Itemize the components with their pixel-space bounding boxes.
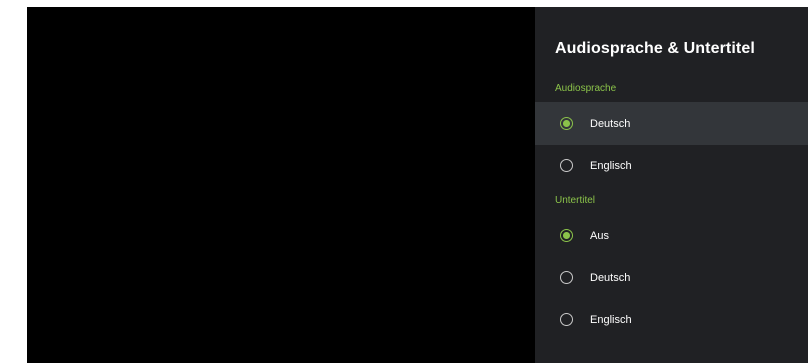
section-header-subtitles: Untertitel	[555, 195, 596, 206]
radio-checked-icon	[560, 229, 573, 242]
subtitle-option-aus[interactable]: Aus	[535, 214, 808, 257]
video-player-area[interactable]	[27, 7, 535, 363]
audio-subtitle-panel: Audiosprache & Untertitel Audiosprache D…	[535, 7, 808, 363]
tv-screen: Audiosprache & Untertitel Audiosprache D…	[27, 7, 808, 363]
option-label: Englisch	[590, 159, 632, 172]
option-label: Deutsch	[590, 271, 631, 284]
radio-unchecked-icon	[560, 313, 573, 326]
option-label: Deutsch	[590, 117, 631, 130]
audio-option-deutsch[interactable]: Deutsch	[535, 102, 808, 145]
audio-option-englisch[interactable]: Englisch	[535, 144, 808, 187]
subtitle-option-englisch[interactable]: Englisch	[535, 298, 808, 341]
option-label: Englisch	[590, 313, 632, 326]
option-label: Aus	[590, 229, 609, 242]
radio-checked-icon	[560, 117, 573, 130]
radio-unchecked-icon	[560, 159, 573, 172]
panel-title: Audiosprache & Untertitel	[555, 40, 755, 57]
radio-unchecked-icon	[560, 271, 573, 284]
subtitle-option-deutsch[interactable]: Deutsch	[535, 256, 808, 299]
section-header-audio: Audiosprache	[555, 83, 617, 94]
